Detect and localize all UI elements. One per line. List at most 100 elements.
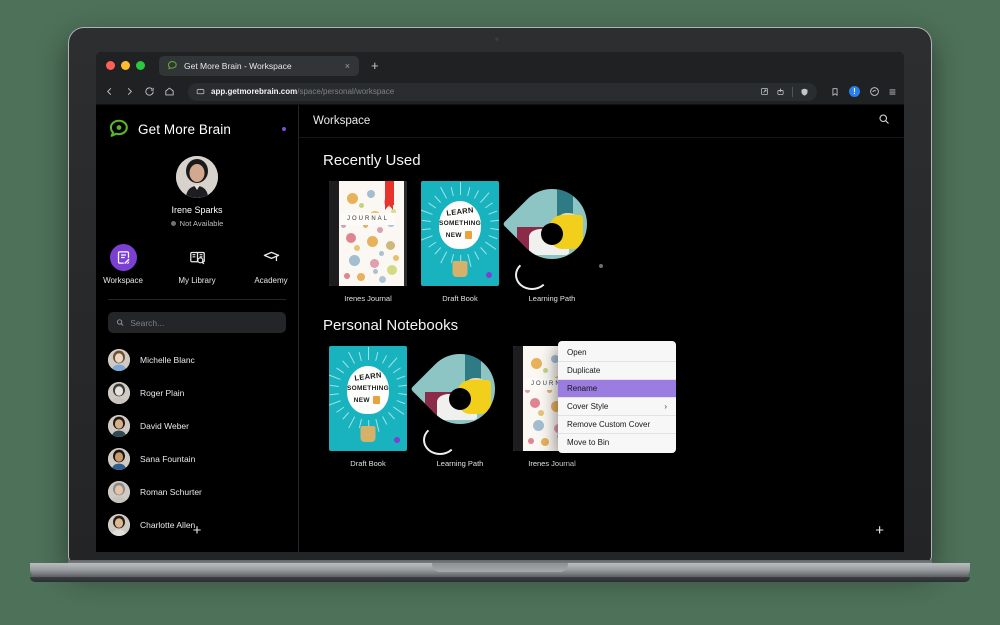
ray <box>434 195 442 203</box>
draft-cover-line: NEW <box>445 232 462 239</box>
ray <box>396 400 406 405</box>
new-tab-button[interactable]: + <box>367 59 383 72</box>
ray <box>398 384 407 387</box>
floral-motif <box>530 398 540 408</box>
notebook-card[interactable]: Learning Path <box>502 174 602 303</box>
contacts-list: Michelle Blanc Roger Plain David Weber Sana… <box>96 343 298 541</box>
minimize-window-button[interactable] <box>121 61 130 70</box>
context-menu-item-label: Cover Style <box>567 402 609 411</box>
context-menu-item[interactable]: Duplicate <box>558 361 676 379</box>
notebook-cover-learning-path[interactable] <box>502 174 602 290</box>
sidebar-item-my-library[interactable]: My Library <box>171 244 223 285</box>
ray <box>490 219 499 222</box>
plus-icon: + <box>875 522 884 539</box>
sidebar-item-label: Workspace <box>103 276 143 285</box>
shield-icon[interactable] <box>800 87 809 97</box>
floral-motif <box>357 273 365 281</box>
floral-motif <box>533 420 544 431</box>
card-grid: JOURNAL Irenes Journal LEARN SOMETHING NEW Dr… <box>323 174 904 303</box>
contact-row[interactable]: David Weber <box>96 409 298 442</box>
contact-row[interactable]: Roger Plain <box>96 376 298 409</box>
context-menu-item[interactable]: Remove Custom Cover <box>558 415 676 433</box>
contact-row[interactable]: Michelle Blanc <box>96 343 298 376</box>
floral-motif <box>386 241 395 250</box>
notebook-card[interactable]: JOURNAL Irenes Journal <box>323 181 413 303</box>
forward-icon[interactable] <box>124 86 135 97</box>
ray <box>480 247 487 255</box>
download-icon[interactable] <box>776 87 785 96</box>
home-icon[interactable] <box>164 86 175 97</box>
getmorebrain-logo-icon <box>109 119 128 137</box>
browser-toolbar: app.getmorebrain.com/space/personal/work… <box>96 79 904 105</box>
bookmark-icon[interactable] <box>830 87 840 97</box>
sidebar-item-workspace[interactable]: Workspace <box>97 244 149 285</box>
search-icon[interactable] <box>878 112 890 130</box>
context-menu-item[interactable]: Open <box>558 343 676 361</box>
card-stack-dot <box>599 264 603 268</box>
notebook-cover-draft[interactable]: LEARN SOMETHING NEW <box>421 181 499 286</box>
ray <box>342 360 350 368</box>
contact-name: Roger Plain <box>140 387 185 398</box>
ray <box>375 351 379 362</box>
search-input[interactable] <box>130 317 278 328</box>
floral-motif <box>359 203 364 208</box>
reload-icon[interactable] <box>144 86 155 97</box>
avatar <box>108 348 130 371</box>
site-info-icon[interactable] <box>196 87 205 96</box>
add-contact-button[interactable]: + <box>96 523 298 538</box>
sidebar-item-academy[interactable]: Academy <box>245 244 297 285</box>
back-icon[interactable] <box>104 86 115 97</box>
floral-motif <box>528 438 534 444</box>
context-menu-item[interactable]: Move to Bin <box>558 433 676 451</box>
contact-row[interactable]: Sana Fountain <box>96 442 298 475</box>
ray <box>329 384 339 387</box>
academy-cap-icon <box>258 244 285 271</box>
address-bar[interactable]: app.getmorebrain.com/space/personal/work… <box>188 82 817 101</box>
profile-badge[interactable]: ! <box>848 86 860 97</box>
brand-row[interactable]: Get More Brain <box>96 105 298 140</box>
floral-motif <box>531 358 542 369</box>
search-box[interactable] <box>108 312 286 333</box>
context-menu-item[interactable]: Cover Style › <box>558 397 676 415</box>
avatar[interactable] <box>176 156 218 198</box>
notebook-card[interactable]: LEARN SOMETHING NEW Draft Book <box>323 346 413 468</box>
context-menu-item[interactable]: Rename <box>558 379 676 397</box>
notebook-cover-journal[interactable]: JOURNAL <box>329 181 407 286</box>
ray <box>474 190 480 199</box>
browser-menu-icon[interactable]: ≡ <box>889 85 896 99</box>
notebook-cover-draft[interactable]: LEARN SOMETHING NEW <box>329 346 407 451</box>
window-controls[interactable] <box>106 61 145 70</box>
notebook-cover-learning-path[interactable] <box>410 339 510 455</box>
contact-name: Roman Schurter <box>140 486 202 497</box>
laptop-mockup: Get More Brain - Workspace × + app.getmo… <box>0 0 1000 625</box>
close-window-button[interactable] <box>106 61 115 70</box>
context-menu[interactable]: Open Duplicate Rename Cover Style › Remove Cu… <box>558 341 676 453</box>
contact-row[interactable]: Roman Schurter <box>96 475 298 508</box>
floral-motif <box>393 255 399 261</box>
draft-cover-line: SOMETHING <box>438 220 482 227</box>
ray <box>329 400 341 406</box>
maximize-window-button[interactable] <box>136 61 145 70</box>
notebook-card[interactable]: Learning Path <box>410 339 510 468</box>
floral-motif <box>379 276 386 283</box>
browser-tab[interactable]: Get More Brain - Workspace × <box>159 55 359 76</box>
ray <box>368 347 370 360</box>
pin-hole <box>541 222 563 245</box>
share-icon[interactable] <box>760 87 769 96</box>
status-indicator-icon <box>170 221 176 226</box>
notebook-card[interactable]: LEARN SOMETHING NEW Draft Book <box>415 181 505 303</box>
sidebar-item-label: Academy <box>254 276 288 285</box>
contact-name: Michelle Blanc <box>140 354 195 365</box>
floral-motif <box>377 227 383 233</box>
journal-spine <box>513 346 523 451</box>
extension-icon[interactable] <box>869 86 880 97</box>
cover-badge <box>394 437 400 443</box>
close-tab-button[interactable]: × <box>343 61 352 71</box>
brand-status-dot <box>282 127 286 131</box>
chevron-right-icon: › <box>664 402 667 411</box>
section-title: Recently Used <box>323 152 421 169</box>
profile-block[interactable]: Irene Sparks Not Available <box>96 156 298 228</box>
ray <box>388 357 398 368</box>
floral-motif <box>543 368 548 373</box>
add-notebook-button[interactable]: + <box>875 522 884 540</box>
